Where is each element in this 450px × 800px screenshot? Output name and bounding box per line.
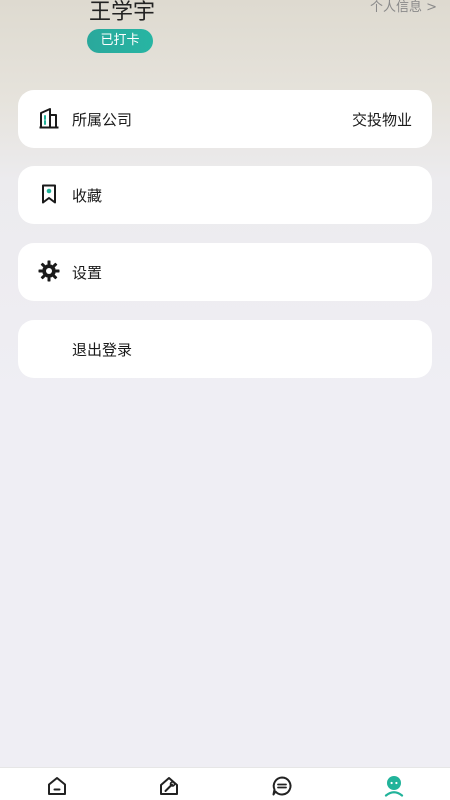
profile-icon[interactable] — [382, 774, 406, 798]
favorites-card[interactable]: 收藏 — [18, 166, 432, 224]
tools-icon[interactable] — [157, 774, 181, 798]
settings-label: 设置 — [72, 263, 103, 282]
favorites-label: 收藏 — [72, 186, 103, 205]
building-icon — [38, 107, 60, 129]
user-name: 王学宇 — [89, 0, 156, 25]
settings-card[interactable]: 设置 — [18, 243, 432, 301]
company-label: 所属公司 — [72, 110, 133, 129]
checkin-status-badge: 已打卡 — [87, 29, 153, 53]
company-value: 交投物业 — [351, 110, 412, 129]
logout-card[interactable]: 退出登录 — [18, 320, 432, 378]
bookmark-icon — [38, 183, 60, 205]
logout-label: 退出登录 — [72, 340, 133, 359]
profile-info-link[interactable]: 个人信息 > — [370, 0, 437, 16]
message-icon[interactable] — [270, 774, 294, 798]
company-card[interactable]: 所属公司 交投物业 — [18, 90, 432, 148]
home-icon[interactable] — [45, 774, 69, 798]
bottom-tab-bar — [0, 767, 450, 800]
gear-icon — [38, 260, 60, 282]
